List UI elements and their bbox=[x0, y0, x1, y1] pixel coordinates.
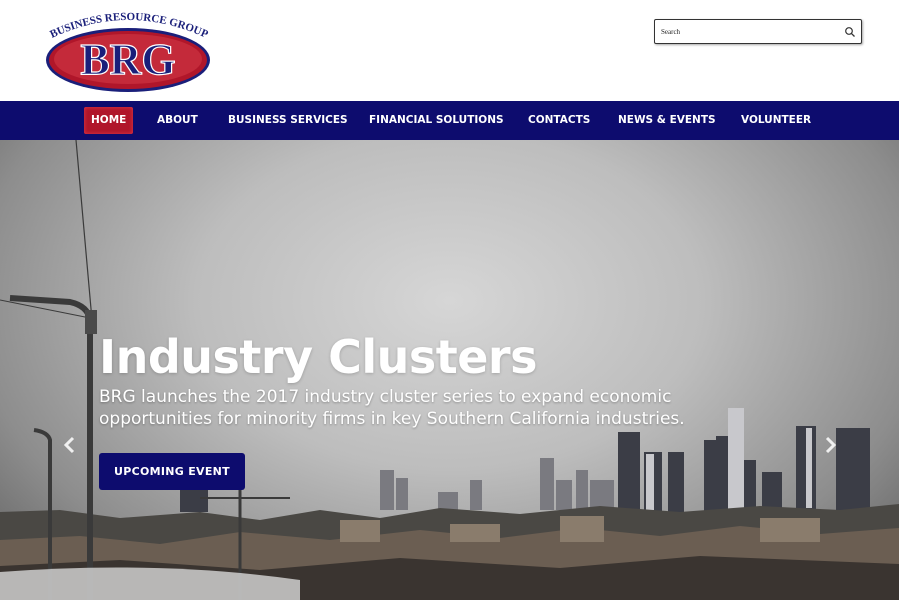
search-box[interactable] bbox=[654, 19, 862, 44]
nav-item-news-events[interactable]: NEWS & EVENTS bbox=[611, 107, 723, 134]
nav-item-business-services[interactable]: BUSINESS SERVICES bbox=[221, 107, 355, 134]
search-input[interactable] bbox=[661, 23, 837, 40]
hero-subtitle: BRG launches the 2017 industry cluster s… bbox=[99, 387, 685, 429]
site-header: BRG BUSINESS RESOURCE GROUP bbox=[0, 0, 899, 101]
brg-logo[interactable]: BRG BUSINESS RESOURCE GROUP bbox=[44, 8, 212, 94]
nav-item-contacts[interactable]: CONTACTS bbox=[521, 107, 597, 134]
chevron-left-icon[interactable] bbox=[63, 436, 77, 454]
search-icon[interactable] bbox=[844, 25, 856, 37]
main-nav: HOME ABOUT BUSINESS SERVICES FINANCIAL S… bbox=[0, 101, 899, 140]
nav-item-home[interactable]: HOME bbox=[84, 107, 134, 134]
nav-item-financial-solutions[interactable]: FINANCIAL SOLUTIONS bbox=[362, 107, 511, 134]
upcoming-event-button[interactable]: UPCOMING EVENT bbox=[99, 453, 245, 490]
hero-slider: Industry Clusters BRG launches the 2017 … bbox=[0, 140, 899, 600]
svg-text:BRG: BRG bbox=[80, 35, 175, 84]
nav-item-about[interactable]: ABOUT bbox=[150, 107, 205, 134]
chevron-right-icon[interactable] bbox=[823, 436, 837, 454]
hero-title: Industry Clusters bbox=[99, 330, 538, 384]
nav-item-volunteer[interactable]: VOLUNTEER bbox=[734, 107, 818, 134]
